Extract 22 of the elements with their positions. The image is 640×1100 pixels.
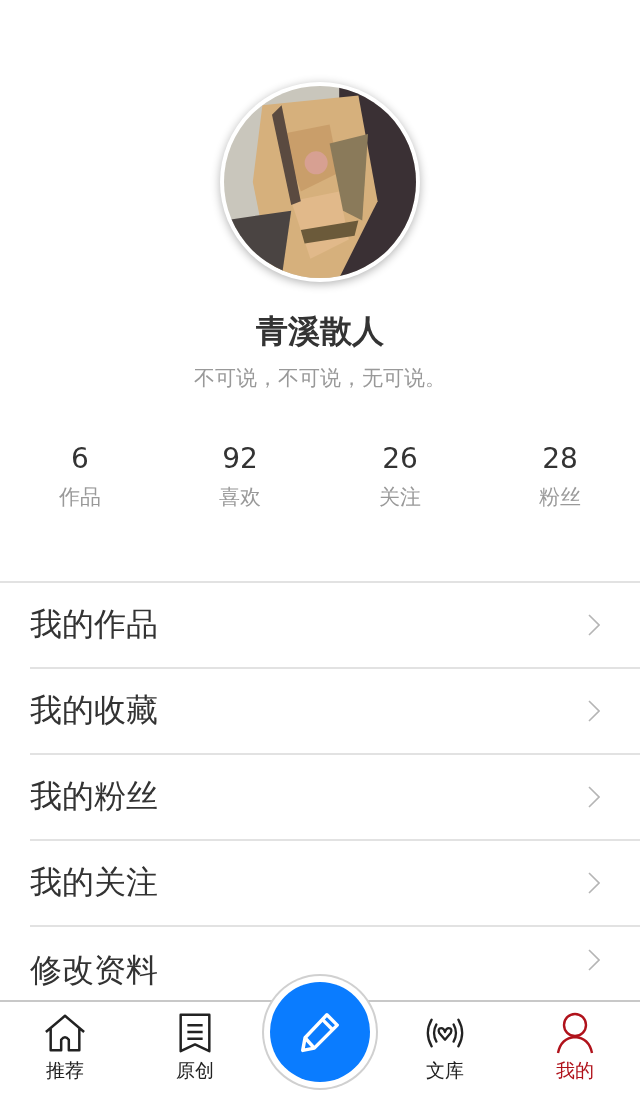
chevron-right-icon: [588, 700, 600, 722]
home-icon: [44, 1012, 86, 1054]
chevron-right-icon: [588, 786, 600, 808]
user-bio: 不可说，不可说，无可说。: [194, 365, 446, 392]
menu-item[interactable]: 我的作品: [30, 583, 640, 669]
user-icon: [554, 1012, 596, 1054]
menu-item[interactable]: 我的粉丝: [30, 755, 640, 841]
tab[interactable]: 原创: [130, 1002, 260, 1100]
stat-count[interactable]: 6: [71, 442, 89, 475]
menu-item[interactable]: 我的关注: [30, 841, 640, 927]
menu-item[interactable]: 我的收藏: [30, 669, 640, 755]
stat-count[interactable]: 92: [222, 442, 258, 475]
chevron-right-icon: [588, 614, 600, 636]
tab[interactable]: 文库: [380, 1002, 510, 1100]
stat-count[interactable]: 28: [542, 442, 578, 475]
user-name: 青溪散人: [256, 311, 384, 352]
tab[interactable]: 我的: [510, 1002, 640, 1100]
chevron-right-icon: [588, 949, 600, 971]
menu-item[interactable]: 修改资料: [30, 927, 640, 1000]
tab[interactable]: 推荐: [0, 1002, 130, 1100]
chevron-right-icon: [588, 872, 600, 894]
stat-count[interactable]: 26: [382, 442, 418, 475]
